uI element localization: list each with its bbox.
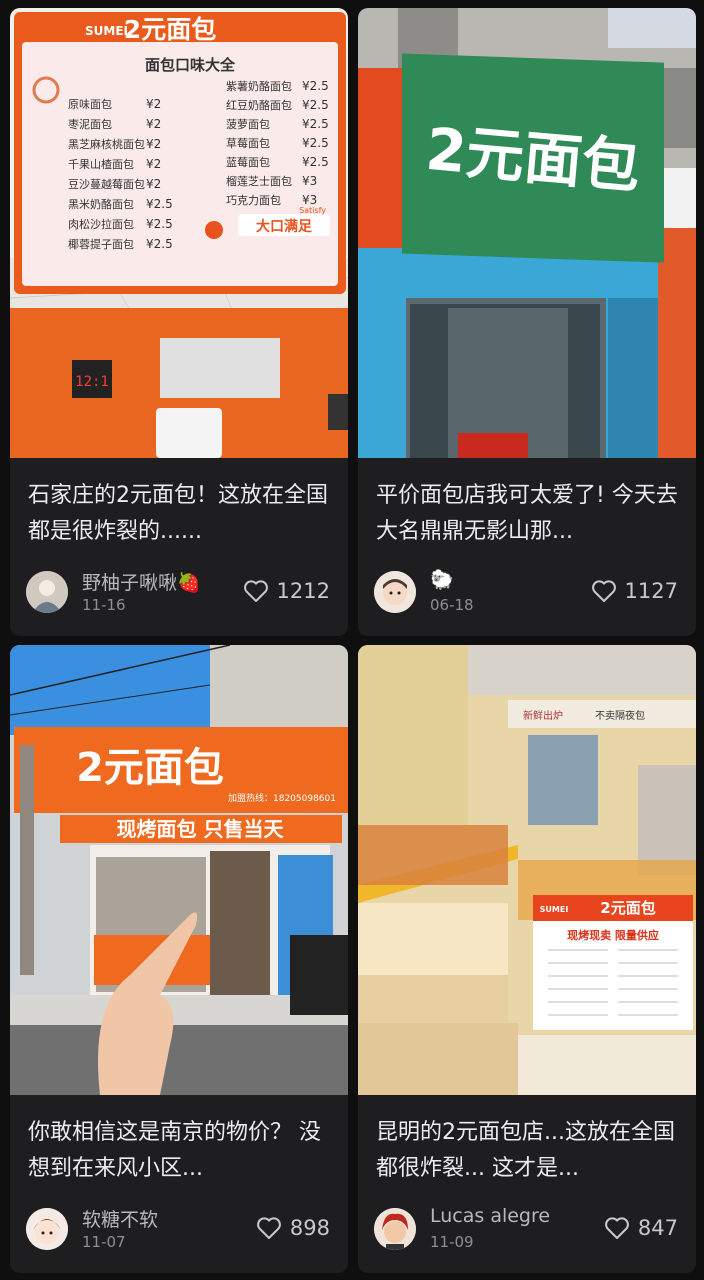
- feed-grid: 12:1 2元面包 SUMEI 面包口味大全 原味面包 ¥2 枣泥面包 ¥2 黑芝麻核桃…: [0, 0, 704, 1280]
- sign-title: 2元面包: [124, 15, 216, 44]
- menu-item-price: ¥2.5: [146, 237, 173, 251]
- svg-text:12:1: 12:1: [75, 374, 109, 390]
- like-button[interactable]: 847: [604, 1213, 678, 1243]
- like-count: 898: [289, 1216, 330, 1240]
- menu-item-name: 紫薯奶酪面包: [226, 79, 292, 93]
- svg-text:不卖隔夜包: 不卖隔夜包: [595, 709, 645, 722]
- menu-item-name: 黑芝麻核桃面包: [68, 137, 145, 151]
- heart-outline-icon[interactable]: [591, 579, 617, 603]
- menu-item-name: 黑米奶酪面包: [68, 197, 134, 211]
- menu-item-price: ¥2.5: [302, 98, 329, 112]
- menu-item-price: ¥2.5: [302, 117, 329, 131]
- author-name[interactable]: 🐑: [430, 568, 454, 591]
- svg-text:Satisfy: Satisfy: [299, 206, 326, 215]
- menu-item-price: ¥2.5: [302, 155, 329, 169]
- menu-item-name: 草莓面包: [226, 137, 270, 150]
- svg-text:SUMEI: SUMEI: [540, 905, 569, 914]
- svg-text:新鲜出炉: 新鲜出炉: [523, 709, 563, 722]
- author-name[interactable]: Lucas alegre: [430, 1205, 550, 1227]
- author-name[interactable]: 软糖不软: [82, 1205, 158, 1232]
- post-card[interactable]: 12:1 2元面包 SUMEI 面包口味大全 原味面包 ¥2 枣泥面包 ¥2 黑芝麻核桃…: [10, 8, 348, 636]
- heart-outline-icon[interactable]: [256, 1216, 282, 1240]
- avatar[interactable]: [374, 1208, 416, 1250]
- svg-text:加盟热线：18205098601: 加盟热线：18205098601: [228, 792, 336, 804]
- like-count: 1212: [276, 579, 330, 603]
- menu-heading: 面包口味大全: [145, 56, 236, 74]
- menu-item-price: ¥2: [146, 137, 161, 151]
- post-card[interactable]: 2元面包 平价面包店我可太爱了! 今天去大名鼎鼎无影山那... 🐑 06-18 …: [358, 8, 696, 636]
- menu-item-price: ¥3: [302, 174, 317, 188]
- heart-outline-icon[interactable]: [243, 579, 269, 603]
- post-title[interactable]: 你敢相信这是南京的物价？ 没想到在来风小区...: [28, 1115, 332, 1187]
- like-button[interactable]: 1127: [591, 576, 678, 606]
- svg-text:大口满足: 大口满足: [256, 218, 313, 235]
- post-meta: Lucas alegre 11-09 847: [374, 1205, 678, 1253]
- post-card[interactable]: 新鲜出炉 不卖隔夜包 2元面包 SUMEI 现烤现卖 限量供应 昆明的2元面包店…: [358, 645, 696, 1273]
- post-thumbnail[interactable]: 2元面包 加盟热线：18205098601 现烤面包 只售当天: [10, 645, 348, 1095]
- svg-text:现烤面包 只售当天: 现烤面包 只售当天: [117, 817, 285, 841]
- menu-item-name: 红豆奶酪面包: [226, 98, 292, 112]
- menu-item-price: ¥2.5: [146, 217, 173, 231]
- post-date: 11-07: [82, 1233, 126, 1251]
- menu-item-name: 肉松沙拉面包: [68, 217, 134, 231]
- like-count: 1127: [624, 579, 678, 603]
- like-count: 847: [637, 1216, 678, 1240]
- heart-outline-icon[interactable]: [604, 1216, 630, 1240]
- author-name[interactable]: 野柚子啾啾🍓: [82, 568, 201, 595]
- svg-text:现烤现卖 限量供应: 现烤现卖 限量供应: [567, 928, 659, 942]
- avatar[interactable]: [374, 571, 416, 613]
- menu-item-name: 榴莲芝士面包: [226, 174, 292, 188]
- menu-item-price: ¥2.5: [302, 79, 329, 93]
- avatar[interactable]: [26, 1208, 68, 1250]
- menu-item-price: ¥2: [146, 157, 161, 171]
- menu-item-name: 枣泥面包: [68, 118, 112, 131]
- post-thumbnail[interactable]: 新鲜出炉 不卖隔夜包 2元面包 SUMEI 现烤现卖 限量供应: [358, 645, 696, 1095]
- post-meta: 软糖不软 11-07 898: [26, 1205, 330, 1253]
- post-meta: 野柚子啾啾🍓 11-16 1212: [26, 568, 330, 616]
- menu-item-name: 千果山楂面包: [68, 157, 134, 171]
- post-date: 11-09: [430, 1233, 474, 1251]
- svg-text:SUMEI: SUMEI: [85, 24, 128, 38]
- menu-item-name: 巧克力面包: [226, 194, 281, 207]
- sign-title: 2元面包: [600, 899, 655, 917]
- post-date: 06-18: [430, 596, 474, 614]
- post-title[interactable]: 平价面包店我可太爱了! 今天去大名鼎鼎无影山那...: [376, 478, 680, 550]
- menu-item-name: 菠萝面包: [226, 118, 270, 131]
- menu-item-name: 原味面包: [68, 98, 112, 111]
- menu-item-price: ¥2.5: [302, 136, 329, 150]
- avatar[interactable]: [26, 571, 68, 613]
- sign-title: 2元面包: [76, 745, 224, 791]
- menu-item-price: ¥2: [146, 177, 161, 191]
- post-date: 11-16: [82, 596, 126, 614]
- menu-item-price: ¥2: [146, 97, 161, 111]
- menu-item-name: 豆沙蔓越莓面包: [68, 177, 145, 191]
- like-button[interactable]: 898: [256, 1213, 330, 1243]
- menu-item-name: 蓝莓面包: [226, 156, 270, 169]
- menu-item-name: 椰蓉提子面包: [68, 237, 134, 251]
- like-button[interactable]: 1212: [243, 576, 330, 606]
- post-thumbnail[interactable]: 12:1 2元面包 SUMEI 面包口味大全 原味面包 ¥2 枣泥面包 ¥2 黑芝麻核桃…: [10, 8, 348, 458]
- post-meta: 🐑 06-18 1127: [374, 568, 678, 616]
- menu-item-price: ¥2: [146, 117, 161, 131]
- post-title[interactable]: 石家庄的2元面包！这放在全国都是很炸裂的......: [28, 478, 332, 550]
- menu-item-price: ¥3: [302, 193, 317, 207]
- post-card[interactable]: 2元面包 加盟热线：18205098601 现烤面包 只售当天 你敢相信这是南京…: [10, 645, 348, 1273]
- post-title[interactable]: 昆明的2元面包店...这放在全国都很炸裂... 这才是...: [376, 1115, 680, 1187]
- menu-item-price: ¥2.5: [146, 197, 173, 211]
- post-thumbnail[interactable]: 2元面包: [358, 8, 696, 458]
